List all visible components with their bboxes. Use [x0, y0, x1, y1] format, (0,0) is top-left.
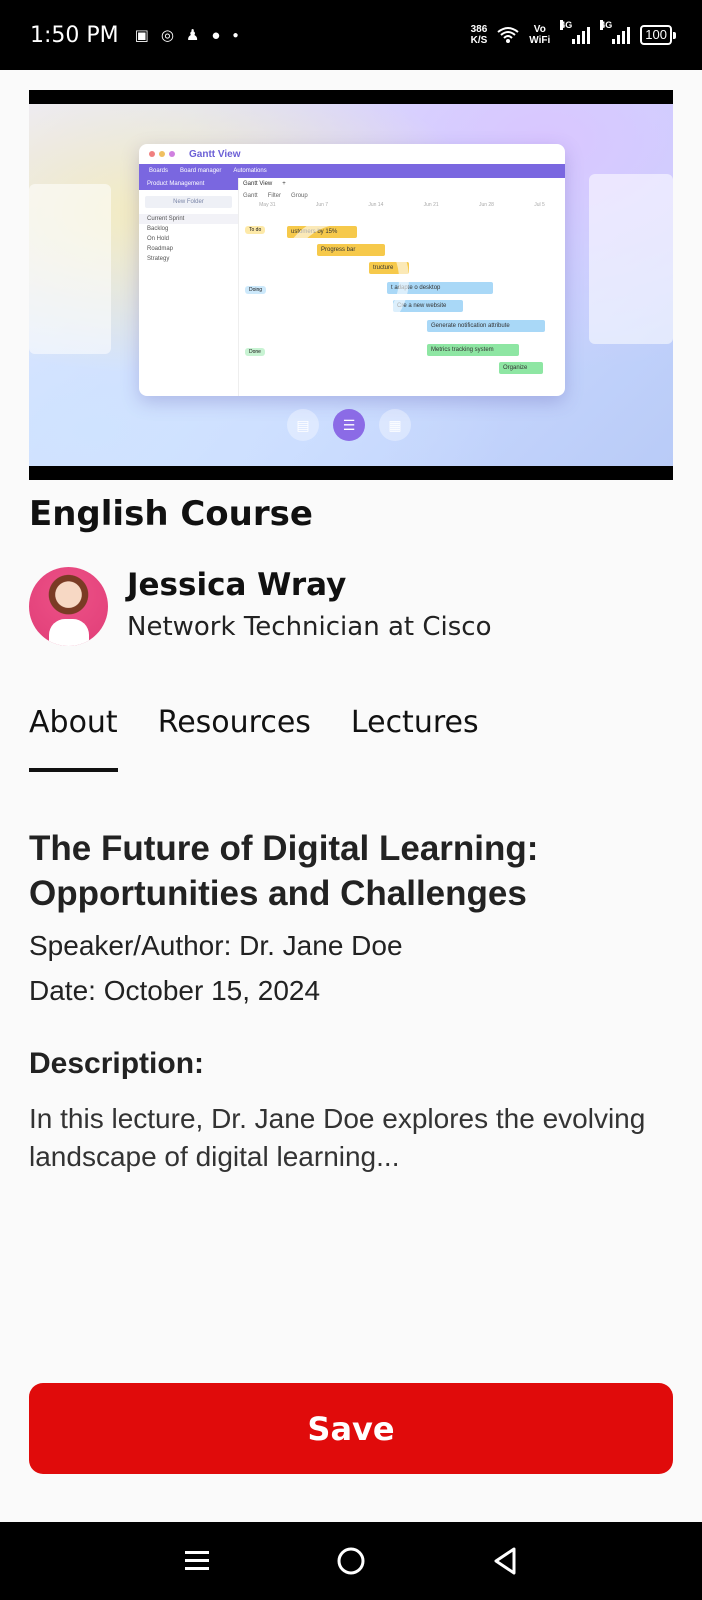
tab-lectures[interactable]: Lectures: [351, 705, 479, 762]
board-view-icon[interactable]: ▤: [287, 409, 319, 441]
video-view-switcher: ▤ ☰ ▦: [287, 409, 411, 441]
battery-icon: 100: [640, 25, 676, 45]
app-notification-icon: ▣: [134, 27, 149, 44]
instructor-name: Jessica Wray: [127, 567, 347, 603]
gantt-view-icon[interactable]: ☰: [333, 409, 365, 441]
gantt-window-titlebar: Gantt View: [139, 144, 565, 164]
save-button[interactable]: Save: [29, 1383, 673, 1474]
home-icon[interactable]: [331, 1541, 371, 1581]
video-player[interactable]: Gantt View Boards Board manager Automati…: [29, 90, 673, 480]
vowifi-label: Vo WiFi: [529, 24, 551, 46]
tab-resources[interactable]: Resources: [158, 705, 311, 762]
video-bg-panel-right: [589, 174, 673, 344]
avatar: [29, 567, 108, 646]
video-frame[interactable]: Gantt View Boards Board manager Automati…: [29, 104, 673, 466]
chat-icon: ●: [211, 26, 221, 44]
signal-1-icon: 4G: [560, 20, 591, 44]
description-heading: Description:: [29, 1047, 205, 1080]
signal-2-icon: 4G: [600, 20, 631, 44]
gantt-window-title: Gantt View: [189, 148, 241, 160]
pause-icon[interactable]: [279, 214, 409, 344]
network-speed: 386 K/S: [470, 24, 488, 46]
recents-menu-icon[interactable]: [177, 1541, 217, 1581]
tab-about[interactable]: About: [29, 705, 118, 772]
status-bar: 1:50 PM ▣ ◎ ♟ ● ● 386 K/S Vo WiFi 4G 4G …: [0, 0, 702, 70]
lecture-title: The Future of Digital Learning: Opportun…: [29, 829, 539, 913]
notification-icons: ▣ ◎ ♟ ● ●: [134, 26, 239, 45]
more-dot-icon: ●: [232, 29, 239, 41]
course-title: English Course: [29, 494, 313, 534]
system-status: 386 K/S Vo WiFi 4G 4G 100: [470, 20, 676, 46]
wifi-icon: [497, 26, 519, 44]
instructor-role: Network Technician at Cisco: [127, 612, 492, 642]
instagram-icon: ◎: [160, 27, 174, 44]
snapchat-icon: ♟: [185, 27, 200, 44]
course-tabs: About Resources Lectures: [29, 705, 479, 772]
status-time: 1:50 PM: [30, 22, 119, 48]
gantt-sidebar: Product Management New Folder Current Sp…: [139, 178, 239, 396]
lecture-author: Speaker/Author: Dr. Jane Doe: [29, 930, 403, 961]
system-nav-bar: [0, 1522, 702, 1600]
description-text: In this lecture, Dr. Jane Doe explores t…: [29, 1103, 646, 1172]
grid-view-icon[interactable]: ▦: [379, 409, 411, 441]
gantt-toolbar: Boards Board manager Automations: [139, 164, 565, 178]
video-bg-panel-left: [29, 184, 111, 354]
back-icon[interactable]: [485, 1541, 525, 1581]
lecture-date: Date: October 15, 2024: [29, 975, 321, 1006]
